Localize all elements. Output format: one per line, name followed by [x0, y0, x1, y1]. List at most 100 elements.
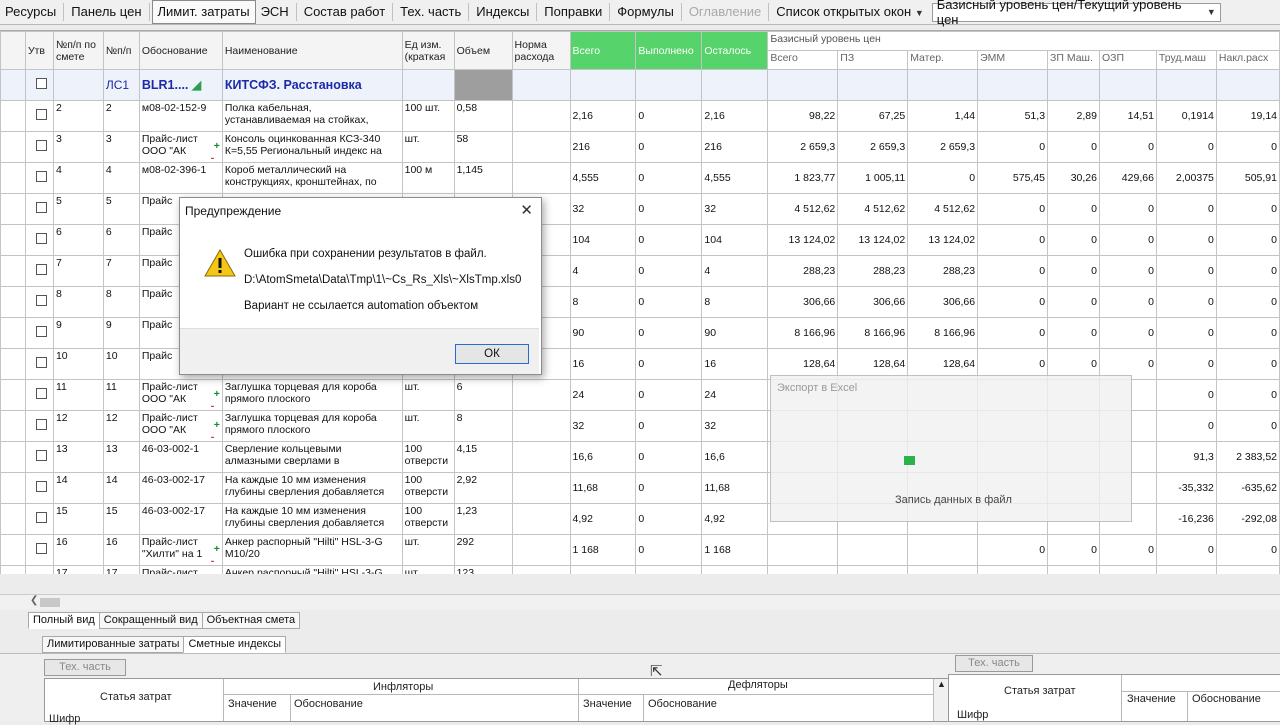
col-header-unit[interactable]: Ед изм. (краткая — [401, 31, 455, 70]
cell-left[interactable]: 32 — [701, 193, 769, 225]
cell-done[interactable]: 0 — [635, 286, 703, 318]
cell-name[interactable]: На каждые 10 мм изменения глубины сверлен… — [221, 472, 403, 504]
menu-tech-part[interactable]: Тех. часть — [395, 1, 466, 23]
approve-cell[interactable] — [24, 410, 54, 442]
cell-left[interactable]: 32 — [701, 410, 769, 442]
cell-left[interactable]: 16,6 — [701, 441, 769, 473]
cell-left[interactable]: 4,92 — [701, 503, 769, 535]
cell-name[interactable]: Заглушка торцевая для короба прямого плос… — [221, 379, 403, 411]
cell-total[interactable]: 104 — [569, 224, 637, 256]
col-header-pp-smete[interactable]: №п/п по смете — [52, 31, 104, 70]
col-header-name[interactable]: Наименование — [221, 31, 403, 70]
approve-cell[interactable] — [24, 224, 54, 256]
approve-checkbox[interactable] — [35, 326, 47, 337]
cell-name[interactable]: Короб металлический на конструкциях, крон… — [221, 162, 403, 194]
section-row[interactable]: ЛС1 BLR1.... ◢ КИТСФЗ. Расстановка — [0, 69, 1280, 101]
cell-volume[interactable]: 2,92 — [453, 472, 513, 504]
cell-done[interactable]: 0 — [635, 100, 703, 132]
cell-total[interactable]: 4,92 — [569, 503, 637, 535]
cell-name[interactable]: Полка кабельная, устанавливаемая на стойк… — [221, 100, 403, 132]
cell-total[interactable]: 4,555 — [569, 162, 637, 194]
col-header-base-total[interactable]: Всего — [767, 50, 839, 70]
menu-corrections[interactable]: Поправки — [539, 1, 607, 23]
cell-total[interactable]: 216 — [569, 131, 637, 163]
cell-volume[interactable]: 6 — [453, 379, 513, 411]
col-header-volume[interactable]: Объем — [453, 31, 513, 70]
cell-done[interactable]: 0 — [635, 193, 703, 225]
cell-total[interactable]: 24 — [569, 379, 637, 411]
col-header-zp-mash[interactable]: ЗП Маш. — [1047, 50, 1100, 70]
table-row[interactable]: 1717Прайс-лист"Хилти" на 1+-Анкер распор… — [0, 565, 1280, 574]
cell-left[interactable]: 8 — [701, 286, 769, 318]
col-header-nakl[interactable]: Накл.расх — [1215, 50, 1280, 70]
approve-checkbox[interactable] — [35, 140, 47, 151]
col-header-done[interactable]: Выполнено — [635, 31, 703, 70]
cell-done[interactable]: 0 — [635, 255, 703, 287]
tab-full-view[interactable]: Полный вид — [28, 612, 100, 629]
col-header-left[interactable]: Осталось — [701, 31, 769, 70]
cell-obosn[interactable]: м08-02-396-1 — [138, 162, 223, 194]
cell-volume[interactable]: 58 — [453, 131, 513, 163]
menu-esn[interactable]: ЭСН — [256, 1, 294, 23]
cell-volume[interactable]: 292 — [453, 534, 513, 566]
approve-cell[interactable] — [24, 441, 54, 473]
table-row[interactable]: 4 4 м08-02-396-1 Короб металлический на конс… — [0, 162, 1280, 194]
menu-indexes[interactable]: Индексы — [471, 1, 534, 23]
approve-checkbox[interactable] — [35, 171, 47, 182]
cell-obosn[interactable]: 46-03-002-17 — [138, 503, 223, 535]
tech-part-button[interactable]: Тех. часть — [44, 659, 126, 676]
approve-cell[interactable] — [24, 472, 54, 504]
menu-open-windows[interactable]: Список открытых окон ▼ — [771, 1, 928, 24]
cell-obosn[interactable]: Прайс-лист ООО "АК + - — [138, 131, 223, 163]
cell-unit[interactable]: 100 отверсти — [401, 503, 455, 535]
tab-estimate-indexes[interactable]: Сметные индексы — [183, 636, 287, 653]
cell-total[interactable]: 32 — [569, 410, 637, 442]
approve-checkbox[interactable] — [35, 109, 47, 120]
cell-unit[interactable]: 100 отверсти — [401, 441, 455, 473]
cell-total[interactable]: 90 — [569, 317, 637, 349]
cell-total[interactable]: 4 — [569, 255, 637, 287]
cell-obosn[interactable]: Прайс-лист ООО "АК + - — [138, 410, 223, 442]
cell-left[interactable]: 216 — [701, 131, 769, 163]
approve-checkbox[interactable] — [35, 295, 47, 306]
col-header-pp[interactable]: №п/п — [102, 31, 140, 70]
col-header-total[interactable]: Всего — [569, 31, 637, 70]
right-tech-part-button[interactable]: Тех. часть — [955, 655, 1033, 672]
cell-left[interactable]: 104 — [701, 224, 769, 256]
cell-name[interactable]: Заглушка торцевая для короба прямого плос… — [221, 410, 403, 442]
approve-checkbox[interactable] — [35, 264, 47, 275]
approve-checkbox[interactable] — [35, 419, 47, 430]
table-row[interactable]: 2 2 м08-02-152-9 Полка кабельная, устанавлив… — [0, 100, 1280, 132]
cell-obosn[interactable]: Прайс-лист"Хилти" на 1+- — [138, 565, 223, 574]
price-level-select[interactable]: Базисный уровень цен/Текущий уровень цен… — [931, 0, 1221, 27]
cell-done[interactable]: 0 — [635, 348, 703, 380]
close-icon[interactable]: ✕ — [520, 201, 533, 219]
cell-unit[interactable]: шт. — [401, 565, 455, 574]
cell-done[interactable]: 0 — [635, 162, 703, 194]
menu-limit-costs[interactable]: Лимит. затраты — [151, 0, 256, 24]
cell-done[interactable]: 0 — [635, 410, 703, 442]
cell-left[interactable]: 16 — [701, 348, 769, 380]
col-header-trud-mash[interactable]: Труд.маш — [1155, 50, 1217, 70]
approve-cell[interactable] — [24, 317, 54, 349]
cell-left[interactable]: 4,555 — [701, 162, 769, 194]
col-header-obosn[interactable]: Обоснование — [138, 31, 223, 70]
vertical-scrollbar[interactable]: ▲ — [933, 679, 949, 721]
cell-obosn[interactable]: Прайс-лист ООО "АК + - — [138, 379, 223, 411]
col-header-emm[interactable]: ЭММ — [977, 50, 1049, 70]
cell-done[interactable]: 0 — [635, 131, 703, 163]
cell-done[interactable]: 0 — [635, 503, 703, 535]
approve-checkbox[interactable] — [35, 543, 47, 554]
chevron-left-icon[interactable]: ❮ — [30, 595, 38, 606]
approve-cell[interactable] — [24, 286, 54, 318]
approve-checkbox[interactable] — [35, 512, 47, 523]
approve-checkbox[interactable] — [35, 388, 47, 399]
horizontal-scrollbar[interactable]: ❮ — [0, 594, 1280, 610]
cell-name[interactable]: Сверление кольцевыми алмазными сверлами в — [221, 441, 403, 473]
cell-total[interactable]: 11,68 — [569, 472, 637, 504]
cell-done[interactable]: 0 — [635, 565, 703, 574]
cell-total[interactable]: 492 — [569, 565, 637, 574]
cell-done[interactable]: 0 — [635, 379, 703, 411]
approve-cell[interactable] — [24, 193, 54, 225]
cell-done[interactable]: 0 — [635, 224, 703, 256]
